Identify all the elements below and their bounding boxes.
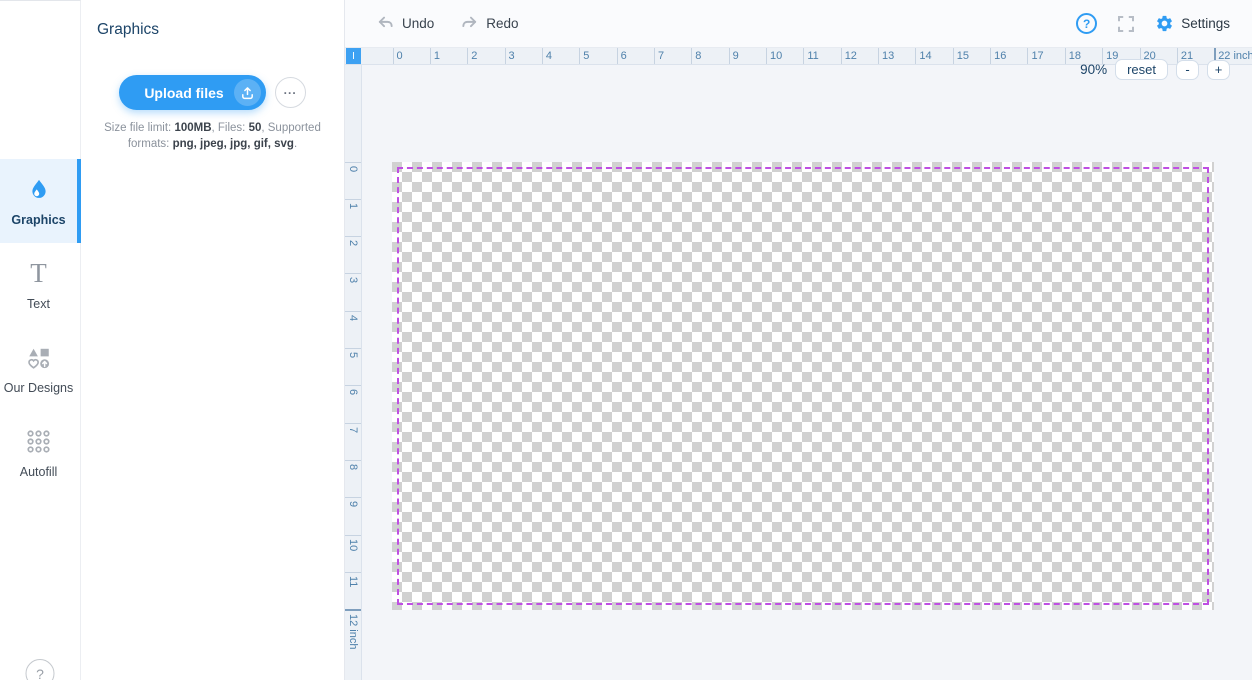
zoom-in-button[interactable]: + <box>1207 60 1230 80</box>
canvas-toolbar: Undo Redo ? <box>345 0 1252 48</box>
zoom-out-button[interactable]: - <box>1176 60 1199 80</box>
undo-label: Undo <box>402 16 434 31</box>
icon-sidebar: Graphics T Text Our Designs <box>0 0 81 680</box>
graphics-panel: Graphics Upload files ... Size file limi… <box>81 0 345 680</box>
help-circle-icon[interactable]: ? <box>1076 13 1097 34</box>
undo-button[interactable]: Undo <box>376 14 434 33</box>
sidebar-item-label: Our Designs <box>4 381 73 395</box>
zoom-reset-button[interactable]: reset <box>1115 59 1168 80</box>
ruler-origin-indicator: I <box>346 48 361 64</box>
zoom-level: 90% <box>1080 62 1107 77</box>
redo-icon <box>460 14 479 33</box>
sidebar-item-our-designs[interactable]: Our Designs <box>0 327 81 411</box>
droplet-icon <box>26 176 52 204</box>
sidebar-item-autofill[interactable]: Autofill <box>0 411 81 495</box>
fullscreen-icon <box>1116 14 1136 34</box>
bleed-border <box>397 167 1209 605</box>
fullscreen-button[interactable] <box>1116 14 1136 34</box>
redo-label: Redo <box>486 16 518 31</box>
gear-icon <box>1155 14 1174 33</box>
settings-label: Settings <box>1181 16 1230 31</box>
settings-button[interactable]: Settings <box>1155 14 1230 33</box>
vertical-ruler: 0123456789101112 inch <box>345 65 362 680</box>
sidebar-item-label: Autofill <box>20 465 58 479</box>
sidebar-item-text[interactable]: T Text <box>0 243 81 327</box>
more-options-button[interactable]: ... <box>275 77 306 108</box>
zoom-controls: 90% reset - + <box>1080 59 1230 80</box>
upload-files-label: Upload files <box>144 85 223 101</box>
undo-icon <box>376 14 395 33</box>
sidebar-item-graphics[interactable]: Graphics <box>0 159 81 243</box>
workspace: Undo Redo ? <box>345 0 1252 680</box>
text-icon: T <box>30 260 47 288</box>
help-icon[interactable]: ? <box>26 659 55 680</box>
redo-button[interactable]: Redo <box>460 14 518 33</box>
sidebar-item-label: Text <box>27 297 50 311</box>
sidebar-nav: Graphics T Text Our Designs <box>0 159 80 495</box>
toolbar-right: ? Settings <box>1076 13 1230 34</box>
design-canvas[interactable] <box>392 162 1214 610</box>
upload-limits-text: Size file limit: 100MB, Files: 50, Suppo… <box>104 121 322 152</box>
upload-icon <box>234 79 261 106</box>
history-controls: Undo Redo <box>376 14 519 33</box>
upload-row: Upload files ... <box>81 75 344 110</box>
shapes-icon <box>26 344 52 372</box>
dots-grid-icon <box>26 428 51 456</box>
panel-title: Graphics <box>81 0 344 39</box>
sidebar-item-label: Graphics <box>11 213 65 227</box>
upload-files-button[interactable]: Upload files <box>119 75 265 110</box>
app-window: Graphics T Text Our Designs <box>0 0 1252 680</box>
